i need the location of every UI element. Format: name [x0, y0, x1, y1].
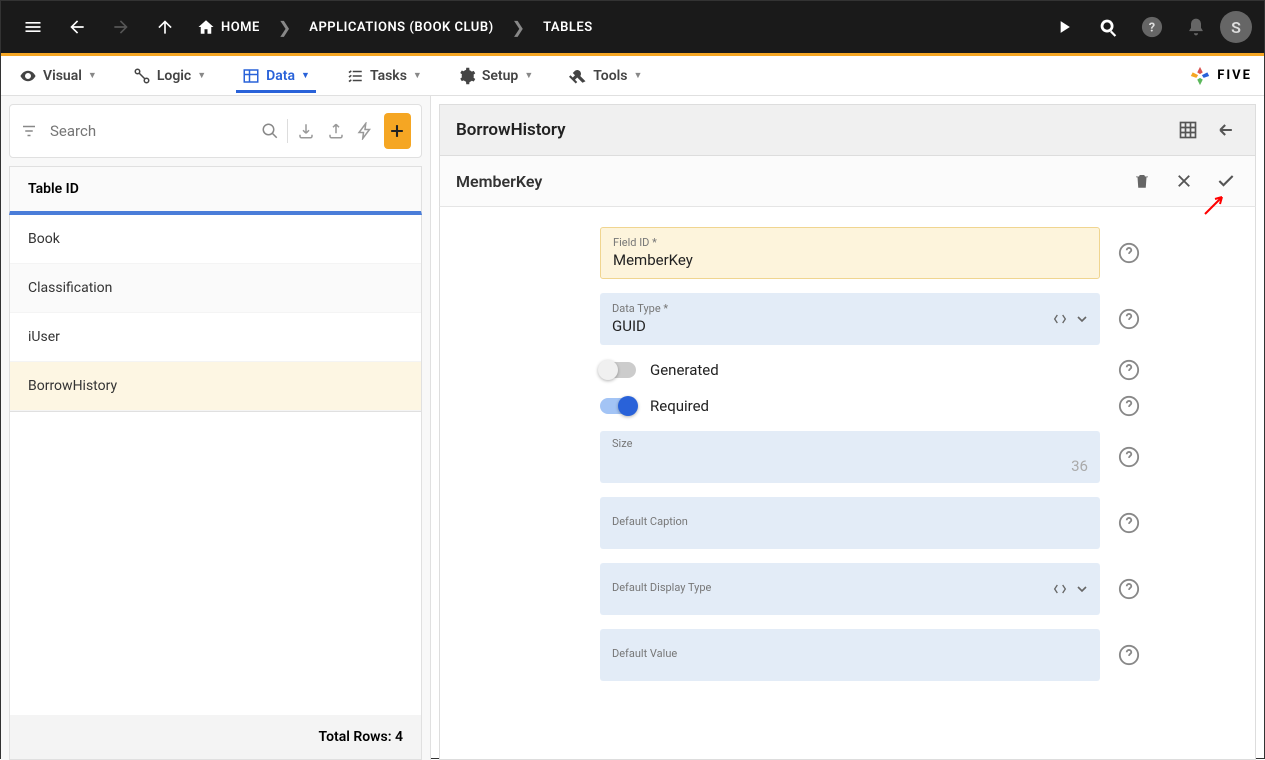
size-label: Size	[612, 437, 632, 450]
help-icon[interactable]	[1118, 242, 1140, 264]
table-row[interactable]: Classification	[10, 264, 421, 313]
default-value-label: Default Value	[612, 647, 1088, 660]
table-row[interactable]: Book	[10, 215, 421, 264]
menu-data[interactable]: Data▼	[236, 59, 316, 93]
forward-icon	[101, 7, 141, 47]
crumb-home-label: HOME	[221, 20, 260, 35]
import-icon[interactable]	[296, 117, 317, 145]
data-type-label: Data Type *	[612, 302, 1088, 315]
menu-tools[interactable]: Tools▼	[563, 59, 648, 93]
menu-logic[interactable]: Logic▼	[127, 59, 212, 93]
menu-visual-label: Visual	[43, 68, 82, 84]
table-row[interactable]: BorrowHistory	[10, 362, 421, 411]
generated-toggle[interactable]	[600, 362, 636, 378]
chevron-right-icon: ❯	[506, 18, 531, 37]
crumb-applications-label: APPLICATIONS (BOOK CLUB)	[309, 20, 493, 35]
generated-label: Generated	[650, 361, 719, 379]
magnifier-chat-icon[interactable]	[1088, 7, 1128, 47]
menu-data-label: Data	[266, 68, 295, 84]
back-arrow-icon[interactable]	[1213, 117, 1239, 143]
lightning-icon[interactable]	[354, 117, 375, 145]
left-panel: Table ID Book Classification iUser Borro…	[1, 96, 431, 760]
topbar: HOME ❯ APPLICATIONS (BOOK CLUB) ❯ TABLES…	[1, 1, 1264, 53]
help-icon[interactable]	[1118, 359, 1140, 381]
help-icon[interactable]	[1118, 578, 1140, 600]
avatar[interactable]: S	[1220, 11, 1252, 43]
table-row[interactable]: iUser	[10, 313, 421, 362]
right-panel: BorrowHistory MemberKey	[431, 96, 1264, 760]
chevron-right-icon: ❯	[272, 18, 297, 37]
form: Field ID * MemberKey Data Type * GUID	[439, 207, 1256, 760]
menu-icon[interactable]	[13, 7, 53, 47]
up-icon[interactable]	[145, 7, 185, 47]
default-display-type-select[interactable]: Default Display Type	[600, 563, 1100, 615]
export-icon[interactable]	[325, 117, 346, 145]
grid-view-icon[interactable]	[1175, 117, 1201, 143]
table-list: Book Classification iUser BorrowHistory	[9, 215, 422, 412]
brand-logo: FIVE	[1189, 65, 1252, 87]
main: Table ID Book Classification iUser Borro…	[1, 96, 1264, 760]
sub-header: MemberKey	[439, 156, 1256, 207]
data-type-value: GUID	[612, 317, 1088, 335]
add-button[interactable]	[384, 113, 411, 149]
search-input[interactable]	[46, 118, 253, 144]
default-caption-input[interactable]: Default Caption	[600, 497, 1100, 549]
avatar-initial: S	[1231, 18, 1241, 37]
field-id-label: Field ID *	[613, 236, 1087, 249]
size-input[interactable]: Size 36	[600, 431, 1100, 483]
field-id-value: MemberKey	[613, 251, 1087, 269]
default-value-input[interactable]: Default Value	[600, 629, 1100, 681]
menubar: Visual▼ Logic▼ Data▼ Tasks▼ Setup▼ Tools…	[1, 56, 1264, 96]
back-icon[interactable]	[57, 7, 97, 47]
default-caption-label: Default Caption	[612, 515, 1088, 528]
default-display-type-label: Default Display Type	[612, 581, 1088, 594]
menu-logic-label: Logic	[157, 68, 191, 84]
brand-text: FIVE	[1217, 68, 1252, 83]
crumb-tables[interactable]: TABLES	[535, 20, 601, 35]
crumb-home[interactable]: HOME	[189, 18, 268, 36]
help-icon[interactable]: ?	[1132, 7, 1172, 47]
data-type-select[interactable]: Data Type * GUID	[600, 293, 1100, 345]
bell-icon[interactable]	[1176, 7, 1216, 47]
trash-icon[interactable]	[1129, 168, 1155, 194]
detail-header: BorrowHistory	[439, 104, 1256, 156]
filter-icon[interactable]	[20, 122, 38, 140]
help-icon[interactable]	[1118, 644, 1140, 666]
help-icon[interactable]	[1118, 395, 1140, 417]
menu-tools-label: Tools	[593, 68, 627, 84]
help-icon[interactable]	[1118, 308, 1140, 330]
help-icon[interactable]	[1118, 446, 1140, 468]
total-rows: Total Rows: 4	[9, 715, 422, 760]
left-toolbar	[9, 104, 422, 158]
close-icon[interactable]	[1171, 168, 1197, 194]
svg-text:?: ?	[1149, 21, 1155, 36]
required-toggle[interactable]	[600, 398, 636, 414]
size-value: 36	[1071, 457, 1088, 475]
menu-tasks[interactable]: Tasks▼	[340, 59, 428, 93]
detail-title: BorrowHistory	[456, 120, 566, 140]
required-label: Required	[650, 397, 709, 415]
list-header: Table ID	[9, 166, 422, 215]
crumb-applications[interactable]: APPLICATIONS (BOOK CLUB)	[301, 20, 501, 35]
check-icon[interactable]	[1213, 168, 1239, 194]
menu-visual[interactable]: Visual▼	[13, 59, 103, 93]
search-icon[interactable]	[261, 122, 279, 140]
field-id-input[interactable]: Field ID * MemberKey	[600, 227, 1100, 279]
crumb-tables-label: TABLES	[543, 20, 593, 35]
sub-title: MemberKey	[456, 172, 542, 191]
menu-tasks-label: Tasks	[370, 68, 407, 84]
menu-setup[interactable]: Setup▼	[452, 59, 539, 93]
help-icon[interactable]	[1118, 512, 1140, 534]
play-icon[interactable]	[1044, 7, 1084, 47]
menu-setup-label: Setup	[482, 68, 518, 84]
